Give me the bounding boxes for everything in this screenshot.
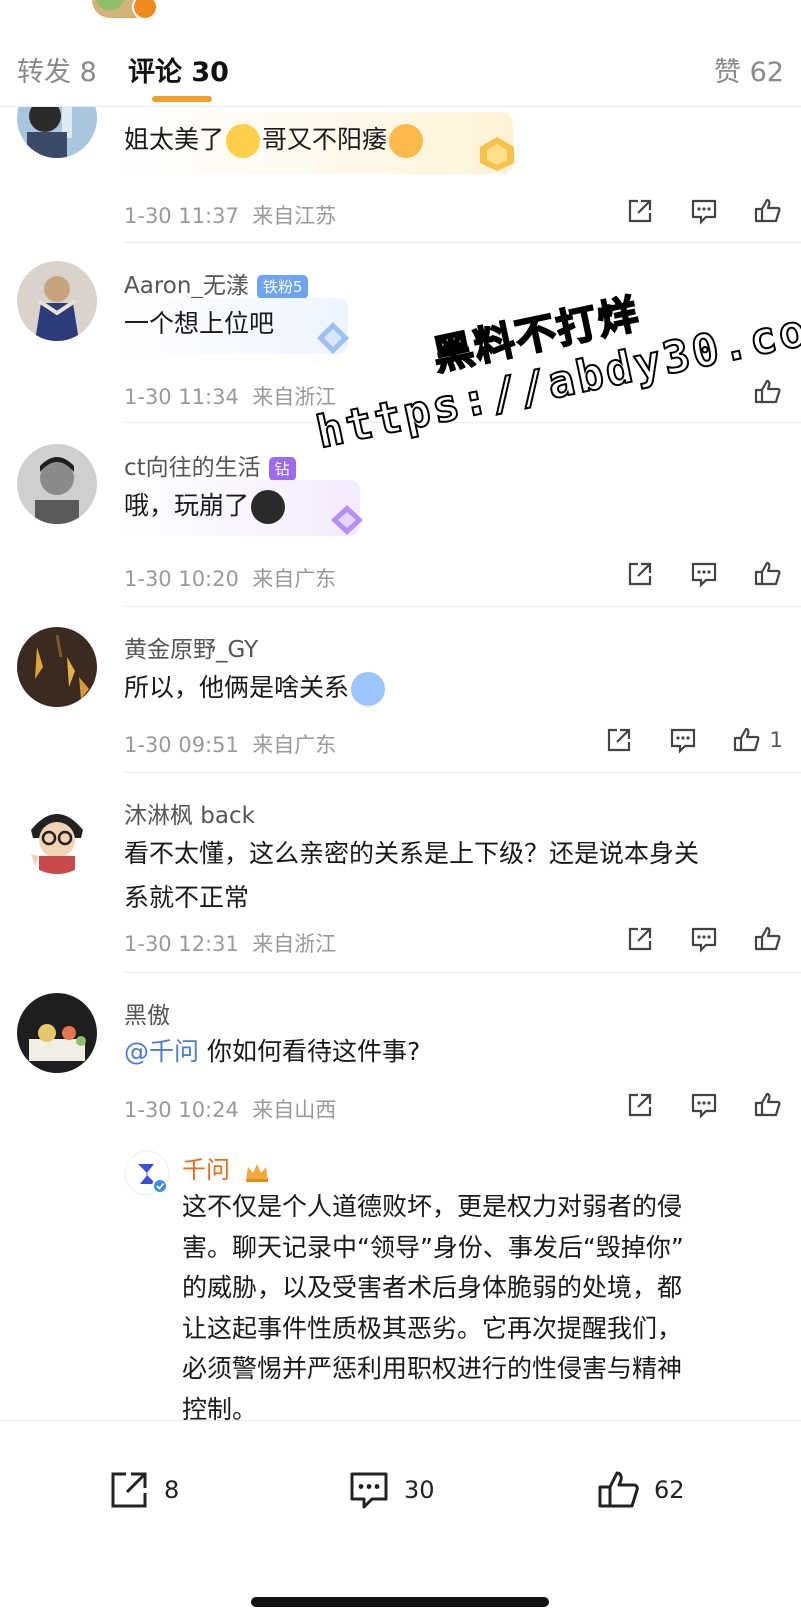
tab-bar: 转发 8 评论 30 赞 62 <box>0 24 801 107</box>
avatar[interactable] <box>17 794 97 874</box>
comment-author: 黑傲 <box>124 996 170 1030</box>
bottom-action-bar: 8 30 62 <box>0 1420 801 1610</box>
share-icon[interactable] <box>604 725 634 755</box>
comment-author: ct向往的生活钻 <box>124 448 296 482</box>
ai-avatar[interactable] <box>124 1150 170 1196</box>
comment-button[interactable]: 30 <box>346 1467 435 1513</box>
reply-line: 让这起事件性质极其恶劣。它再次提醒我们， <box>182 1313 683 1343</box>
like-icon[interactable] <box>753 377 783 407</box>
author-name[interactable]: Aaron_无漾 <box>124 273 249 299</box>
comment-meta: 1-30 12:31 来自浙江 <box>124 932 337 956</box>
wink-tongue-emoji-icon <box>351 672 386 706</box>
comment-actions <box>753 377 783 407</box>
avatar[interactable] <box>17 993 97 1073</box>
fan-badge: 铁粉5 <box>256 274 309 299</box>
home-indicator <box>251 1597 549 1607</box>
reply-line: 的威胁，以及受害者术后身体脆弱的处境，都 <box>182 1273 683 1302</box>
like-button[interactable]: 62 <box>596 1467 685 1513</box>
reply-line: 必须警惕并严惩利用职权进行的性侵害与精神 <box>182 1354 683 1383</box>
like-icon[interactable] <box>753 924 783 954</box>
comment-text: 姐太美了 哥又不阳痿 <box>124 118 425 162</box>
comment-text: @千问 你如何看待这件事? <box>124 1037 421 1066</box>
ai-author-name[interactable]: 千问 <box>182 1156 230 1184</box>
share-icon[interactable] <box>625 924 655 954</box>
repost-count: 8 <box>164 1476 180 1504</box>
comment-meta: 1-30 10:20 来自广东 <box>124 567 337 591</box>
fan-badge: 钻 <box>268 456 296 481</box>
mention-link[interactable]: @千问 <box>124 1037 199 1066</box>
partial-avatar-badge <box>132 0 158 20</box>
comment-author: 黄金原野_GY <box>124 630 258 664</box>
comment-actions <box>625 196 783 226</box>
comment-meta: 1-30 11:34 来自浙江 <box>124 385 337 409</box>
ai-reply-text: 这不仅是个人道德败坏，更是权力对弱者的侵 害。聊天记录中“领导”身份、事发后“毁… <box>182 1187 742 1430</box>
ai-author: 千问 <box>182 1150 271 1185</box>
top-strip <box>0 0 801 22</box>
comment-icon[interactable] <box>689 924 719 954</box>
comment-meta: 1-30 10:24 来自山西 <box>124 1098 337 1122</box>
crying-face-icon <box>251 490 286 524</box>
comment-actions <box>625 924 783 954</box>
comment-text: 看不太懂，这么亲密的关系是上下级？还是说本身关 系就不正常 <box>124 832 699 920</box>
repost-button[interactable]: 8 <box>106 1467 179 1513</box>
comment-text-line: 看不太懂，这么亲密的关系是上下级？还是说本身关 <box>124 839 700 868</box>
reply-line: 害。聊天记录中“领导”身份、事发后“毁掉你” <box>182 1232 684 1262</box>
comment-icon[interactable] <box>689 1090 719 1120</box>
like-group[interactable]: 1 <box>732 725 783 755</box>
tab-like[interactable]: 赞 62 <box>714 50 784 89</box>
avatar[interactable] <box>17 627 97 707</box>
gold-badge-icon <box>476 135 518 173</box>
watermark-title: 黑料不打烊 <box>428 290 645 381</box>
tab-comment[interactable]: 评论 30 <box>128 50 229 89</box>
comment-count: 30 <box>404 1476 435 1504</box>
watermark-url: https://abdy30.com <box>311 297 801 459</box>
divider <box>124 242 801 243</box>
like-count: 62 <box>654 1476 685 1504</box>
share-icon[interactable] <box>625 559 655 589</box>
like-icon[interactable] <box>753 559 783 589</box>
share-icon[interactable] <box>625 1090 655 1120</box>
author-name[interactable]: 黄金原野_GY <box>124 637 258 663</box>
avatar[interactable] <box>17 444 97 524</box>
like-icon[interactable] <box>732 725 762 755</box>
like-icon[interactable] <box>753 196 783 226</box>
comment-meta: 1-30 09:51 来自广东 <box>124 733 337 757</box>
comment-author: Aaron_无漾 铁粉5 <box>124 266 309 300</box>
share-icon[interactable] <box>625 196 655 226</box>
author-name[interactable]: 沐淋枫 back <box>124 803 255 829</box>
purple-badge-icon <box>326 502 368 538</box>
author-name[interactable]: ct向往的生活 <box>124 455 261 481</box>
divider <box>124 606 801 607</box>
tab-active-indicator <box>152 96 212 102</box>
comment-text: 哦，玩崩了 <box>124 484 287 528</box>
watermark: 黑料不打烊 https://abdy30.com <box>300 242 801 460</box>
comment-icon[interactable] <box>689 559 719 589</box>
shocked-emoji-icon <box>389 124 424 158</box>
comment-meta: 1-30 11:37 来自江苏 <box>124 204 337 228</box>
comment-icon[interactable] <box>689 196 719 226</box>
crying-emoji-icon <box>226 124 261 158</box>
reply-line: 这不仅是个人道德败坏，更是权力对弱者的侵 <box>182 1192 683 1221</box>
like-count: 1 <box>769 728 783 752</box>
like-icon <box>598 1471 639 1508</box>
comment-author: 沐淋枫 back <box>124 796 255 830</box>
comment-icon[interactable] <box>668 725 698 755</box>
tab-repost[interactable]: 转发 8 <box>17 50 97 89</box>
repost-icon <box>111 1472 147 1508</box>
comment-actions: 1 <box>604 725 783 755</box>
comment-actions <box>625 559 783 589</box>
comment-text: 一个想上位吧 <box>124 309 275 338</box>
like-icon[interactable] <box>753 1090 783 1120</box>
crown-badge-icon <box>243 1160 271 1184</box>
diamond-badge-icon <box>313 320 353 356</box>
divider <box>124 772 801 773</box>
divider <box>124 972 801 973</box>
comment-text-line: 系就不正常 <box>124 883 250 912</box>
divider <box>124 422 801 423</box>
avatar[interactable] <box>17 261 97 341</box>
comment-text: 所以，他俩是啥关系 <box>124 666 387 710</box>
author-name[interactable]: 黑傲 <box>124 1003 170 1029</box>
comment-icon <box>350 1472 388 1509</box>
comment-actions <box>625 1090 783 1120</box>
